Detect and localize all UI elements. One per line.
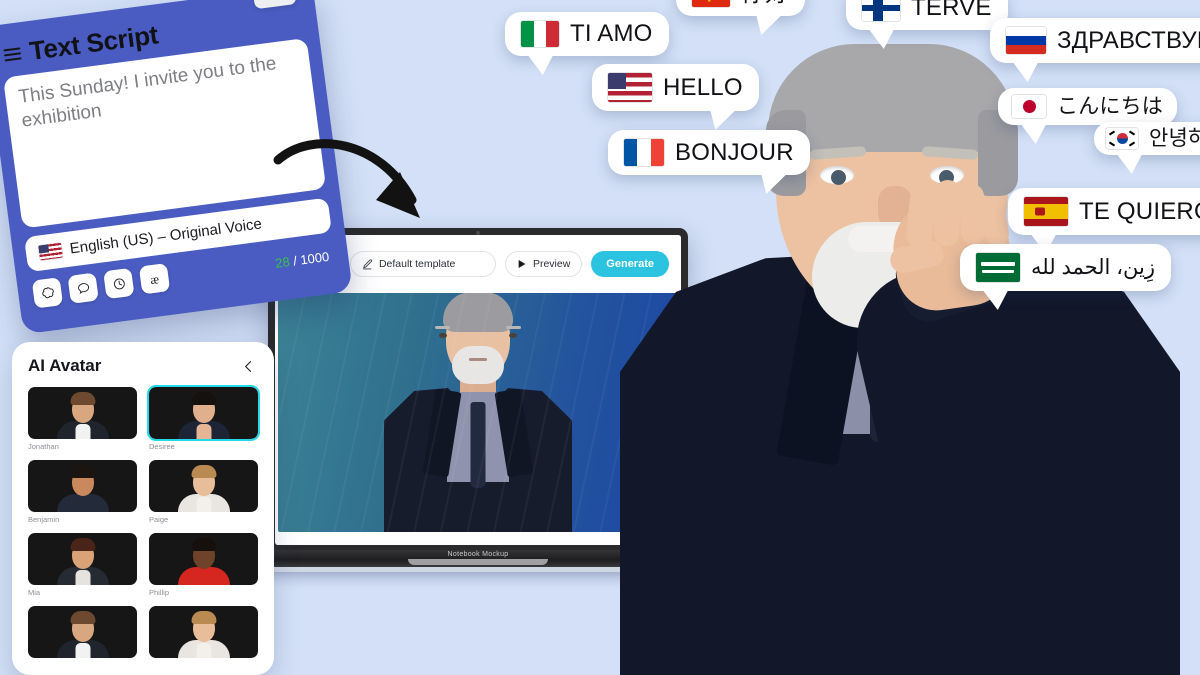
webcam-icon: [476, 231, 480, 235]
avatar-name: Jonathan: [28, 442, 59, 451]
bubble-text-arabic: زِين، الحمد لله: [1031, 256, 1155, 279]
bubble-text-italian: TI AMO: [570, 20, 653, 47]
laptop-base-label: Notebook Mockup: [447, 551, 509, 558]
clock-glyph: [113, 278, 125, 289]
avatar-name: Phillip: [149, 588, 170, 597]
char-count-max: 1000: [299, 248, 330, 268]
avatar-card[interactable]: Paige: [149, 460, 258, 524]
voice-selector-label: English (US) – Original Voice: [68, 215, 263, 258]
speech-bubble-finnish[interactable]: TERVE: [846, 0, 1008, 30]
character-counter: 28 / 1000: [274, 248, 334, 270]
avatar-name: Benjamin: [28, 515, 60, 524]
phonetic-glyph: æ: [149, 270, 160, 287]
bubble-text-korean: 안녕하세요: [1149, 127, 1200, 150]
speech-bubble-english[interactable]: HELLO: [592, 64, 759, 111]
avatar-thumbnail[interactable]: [28, 460, 137, 512]
speech-bubble-korean[interactable]: 안녕하세요: [1094, 122, 1200, 155]
flag-usa-icon: [608, 73, 652, 102]
speech-bubble-spanish[interactable]: TE QUIERO: [1008, 188, 1200, 235]
avatar-thumbnail[interactable]: [28, 606, 137, 658]
flag-china-icon: ★ ★ ★ ★ ★: [692, 0, 730, 7]
avatar-thumbnail[interactable]: [28, 533, 137, 585]
phonetic-icon[interactable]: æ: [138, 263, 171, 295]
speech-bubble-japanese[interactable]: こんにちは: [998, 88, 1177, 125]
ai-spiral-glyph: [41, 286, 54, 298]
bubble-text-japanese: こんにちは: [1057, 95, 1163, 118]
avatar-name: Mia: [28, 588, 41, 597]
avatar-thumbnail[interactable]: [28, 387, 137, 439]
bubble-text-russian: ЗДРАВСТВУЙТЕ: [1057, 26, 1200, 54]
speech-bubble-icon[interactable]: [67, 272, 99, 304]
flag-japan-icon: [1012, 95, 1046, 118]
chevron-left-icon[interactable]: [238, 356, 258, 376]
avatar-thumbnail[interactable]: [149, 606, 258, 658]
bubble-text-finnish: TERVE: [911, 0, 992, 21]
bubble-text-chinese: 你好: [741, 0, 789, 6]
speech-bubble-russian[interactable]: ЗДРАВСТВУЙТЕ: [990, 18, 1200, 63]
play-icon: [518, 260, 526, 268]
flag-saudi-arabia-icon: [976, 253, 1020, 282]
avatar-card[interactable]: Desiree: [147, 385, 260, 451]
pause-timing-icon[interactable]: [103, 267, 135, 300]
default-template-button[interactable]: Default template: [349, 251, 496, 277]
flag-finland-icon: [862, 0, 900, 21]
flag-korea-icon: [1106, 128, 1138, 149]
promo-composite-canvas: Default template Preview Generate Notebo…: [0, 0, 1200, 675]
pencil-icon: [362, 258, 373, 269]
laptop-base-lip: [408, 559, 548, 565]
presenter-finger-2: [932, 179, 962, 247]
avatar-thumbnail[interactable]: [149, 533, 258, 585]
bubble-text-french: BONJOUR: [675, 138, 794, 166]
bubble-text-english: HELLO: [663, 73, 743, 101]
comment-glyph: [77, 282, 89, 294]
preview-presenter-avatar: [373, 293, 583, 532]
ai-assist-icon[interactable]: [31, 277, 64, 309]
hamburger-icon[interactable]: [3, 46, 22, 61]
ai-avatar-panel-header: AI Avatar: [28, 356, 258, 376]
speech-bubble-french[interactable]: BONJOUR: [608, 130, 810, 175]
flag-spain-icon: [1024, 197, 1068, 226]
avatar-name: Paige: [149, 515, 169, 524]
flag-us-icon: [38, 242, 63, 261]
speech-bubble-italian[interactable]: TI AMO: [505, 12, 669, 56]
speech-bubble-chinese[interactable]: ★ ★ ★ ★ ★ 你好: [676, 0, 806, 16]
ai-avatar-grid: Jonathan Desiree Benjamin Paige Mia Phillip: [28, 385, 260, 658]
avatar-card[interactable]: Benjamin: [28, 460, 137, 524]
avatar-thumbnail-selected[interactable]: [147, 385, 260, 441]
avatar-card[interactable]: Jonathan: [28, 387, 137, 451]
default-template-label: Default template: [378, 258, 456, 270]
presenter-pupil-left: [831, 170, 846, 185]
flag-france-icon: [624, 139, 664, 166]
chevron-left-glyph: [244, 360, 251, 372]
ai-avatar-panel[interactable]: AI Avatar Jonathan Desiree Benjamin Paige Mi…: [12, 342, 274, 675]
ai-avatar-panel-title: AI Avatar: [28, 356, 102, 375]
text-script-card[interactable]: Text Script This Sunday! I invite you to…: [0, 0, 353, 335]
avatar-card[interactable]: [149, 606, 258, 658]
avatar-thumbnail[interactable]: [149, 460, 258, 512]
flag-italy-icon: [521, 21, 559, 47]
avatar-name: Desiree: [149, 442, 175, 451]
preview-button[interactable]: Preview: [504, 251, 583, 277]
preview-label: Preview: [532, 258, 571, 270]
bubble-text-spanish: TE QUIERO: [1079, 197, 1200, 225]
avatar-card[interactable]: Mia: [28, 533, 137, 597]
speech-bubble-arabic[interactable]: زِين، الحمد لله: [960, 244, 1171, 291]
flag-russia-icon: [1006, 27, 1046, 54]
avatar-card[interactable]: [28, 606, 137, 658]
avatar-card[interactable]: Phillip: [149, 533, 258, 597]
microphone-icon: [267, 0, 282, 1]
